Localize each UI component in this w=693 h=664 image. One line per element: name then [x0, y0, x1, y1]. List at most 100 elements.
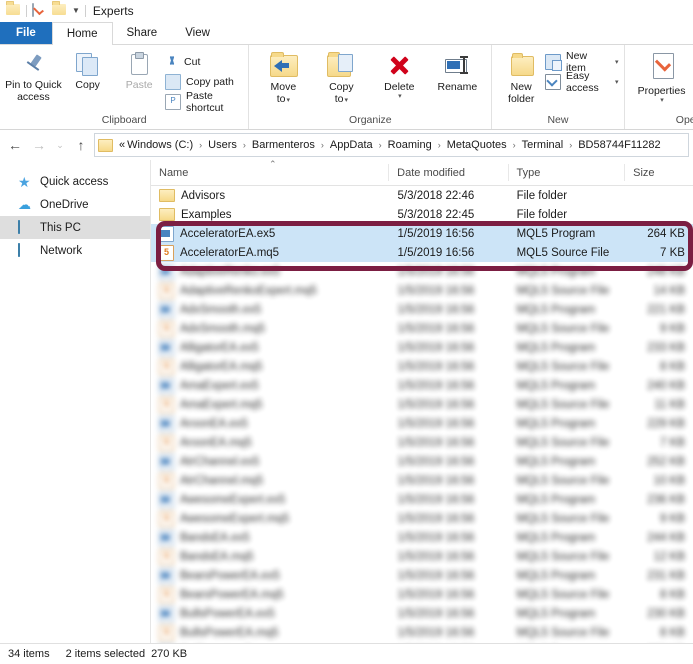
- copy-to-button[interactable]: Copy to▾: [312, 48, 370, 105]
- cell-date-modified: 1/5/2019 16:56: [397, 227, 475, 240]
- paste-button[interactable]: Paste: [113, 48, 165, 91]
- mql5-program-icon: [159, 605, 174, 622]
- sidebar-item-this-pc[interactable]: This PC: [0, 216, 150, 239]
- chevron-down-icon[interactable]: ▾: [286, 97, 290, 104]
- cell-type: MQL5 Program: [516, 569, 596, 582]
- back-button[interactable]: ←: [4, 134, 26, 156]
- chevron-down-icon[interactable]: ▾: [398, 93, 402, 101]
- table-row[interactable]: AdxSmooth.ex5 1/5/2019 16:56 MQL5 Program 2…: [151, 300, 693, 319]
- cell-name: AlligatorEA.ex5: [151, 339, 390, 356]
- table-row[interactable]: 5 BullsPowerEA.mq5 1/5/2019 16:56 MQL5 Sour…: [151, 623, 693, 642]
- tab-file[interactable]: File: [0, 22, 52, 44]
- breadcrumb-separator[interactable]: ›: [564, 140, 577, 150]
- table-row[interactable]: AlligatorEA.ex5 1/5/2019 16:56 MQL5 Progra…: [151, 338, 693, 357]
- column-header-type[interactable]: Type: [507, 164, 625, 181]
- column-header-size[interactable]: Size: [624, 164, 693, 181]
- file-name: BandsEA.ex5: [180, 531, 250, 544]
- properties-button[interactable]: Properties ▾: [630, 48, 693, 105]
- breadcrumb-item-roaming[interactable]: Roaming: [387, 139, 433, 151]
- copy-button[interactable]: Copy: [62, 48, 114, 91]
- breadcrumb-item-terminal[interactable]: Terminal: [521, 139, 565, 151]
- breadcrumb-overflow[interactable]: «: [118, 139, 126, 151]
- properties-icon[interactable]: [32, 3, 47, 18]
- table-row[interactable]: 5 BandsEA.mq5 1/5/2019 16:56 MQL5 Source Fi…: [151, 547, 693, 566]
- breadcrumb-item-appdata[interactable]: AppData: [329, 139, 374, 151]
- cell-name: 5 AdaptiveRenkoExpert.mq5: [151, 282, 390, 299]
- file-name: AdxSmooth.mq5: [180, 322, 266, 335]
- table-row[interactable]: Examples 5/3/2018 22:45 File folder: [151, 205, 693, 224]
- new-folder-button[interactable]: New folder: [497, 48, 545, 105]
- breadcrumb-separator[interactable]: ›: [194, 140, 207, 150]
- customize-quick-access-toolbar-icon[interactable]: ▼: [72, 7, 80, 15]
- chevron-down-icon[interactable]: ▾: [660, 97, 664, 105]
- breadcrumb-separator[interactable]: ›: [238, 140, 251, 150]
- mql5-source-icon: 5: [159, 624, 174, 641]
- breadcrumb-separator[interactable]: ›: [508, 140, 521, 150]
- delete-x-icon: [385, 52, 413, 78]
- file-name: AlligatorEA.ex5: [180, 341, 259, 354]
- table-row[interactable]: 5 AmaExpert.mq5 1/5/2019 16:56 MQL5 Source …: [151, 395, 693, 414]
- new-item-button[interactable]: New item ▾: [545, 50, 619, 74]
- cell-type: MQL5 Source File: [516, 474, 610, 487]
- breadcrumb-separator[interactable]: ›: [374, 140, 387, 150]
- recent-locations-button[interactable]: ⌄: [52, 134, 68, 156]
- table-row[interactable]: 5 AroonEA.mq5 1/5/2019 16:56 MQL5 Source Fi…: [151, 433, 693, 452]
- pin-to-quick-access-button[interactable]: Pin to Quick access: [5, 48, 62, 103]
- table-row[interactable]: BearsPowerEA.ex5 1/5/2019 16:56 MQL5 Progr…: [151, 566, 693, 585]
- table-row[interactable]: 5 AtrChannel.mq5 1/5/2019 16:56 MQL5 Source…: [151, 471, 693, 490]
- breadcrumb-separator[interactable]: ›: [433, 140, 446, 150]
- table-row[interactable]: Advisors 5/3/2018 22:46 File folder: [151, 186, 693, 205]
- file-name: AwesomeExpert.mq5: [180, 512, 290, 525]
- table-row[interactable]: 5 BearsPowerEA.mq5 1/5/2019 16:56 MQL5 Sour…: [151, 585, 693, 604]
- easy-access-button[interactable]: Easy access ▾: [545, 70, 619, 94]
- delete-button[interactable]: Delete ▾: [370, 48, 428, 101]
- breadcrumb-item-barmenteros[interactable]: Barmenteros: [251, 139, 316, 151]
- new-folder-icon[interactable]: [52, 1, 67, 18]
- rename-button[interactable]: Rename: [428, 48, 486, 93]
- table-row[interactable]: 5 AcceleratorEA.mq5 1/5/2019 16:56 MQL5 Sou…: [151, 243, 693, 262]
- table-row[interactable]: 5 AlligatorEA.mq5 1/5/2019 16:56 MQL5 Sourc…: [151, 357, 693, 376]
- tab-home[interactable]: Home: [51, 22, 113, 45]
- up-button[interactable]: ↑: [70, 134, 92, 156]
- breadcrumb-separator[interactable]: ›: [316, 140, 329, 150]
- chevron-down-icon[interactable]: ▾: [615, 58, 619, 66]
- table-row[interactable]: AtrChannel.ex5 1/5/2019 16:56 MQL5 Program…: [151, 452, 693, 471]
- breadcrumb-item-metaquotes[interactable]: MetaQuotes: [446, 139, 508, 151]
- file-name: Advisors: [181, 189, 226, 202]
- table-row[interactable]: BullsPowerEA.ex5 1/5/2019 16:56 MQL5 Progr…: [151, 604, 693, 623]
- address-bar[interactable]: « Windows (C:) › Users › Barmenteros › A…: [94, 133, 689, 157]
- folder-icon[interactable]: [6, 1, 21, 18]
- chevron-down-icon[interactable]: ▾: [344, 97, 348, 104]
- table-row[interactable]: 5 AwesomeExpert.mq5 1/5/2019 16:56 MQL5 Sou…: [151, 509, 693, 528]
- sidebar-item-onedrive[interactable]: ☁ OneDrive: [0, 193, 150, 216]
- tab-share[interactable]: Share: [113, 22, 172, 44]
- table-row[interactable]: AdaptiveRenko.ex5 1/5/2019 16:56 MQL5 Prog…: [151, 262, 693, 281]
- breadcrumb-item-instance-id[interactable]: BD58744F11282: [577, 139, 661, 151]
- cell-name: 5 AlligatorEA.mq5: [151, 358, 390, 375]
- table-row[interactable]: CciExpert.ex51/5/2019 16:56MQL5 Program2…: [151, 642, 693, 643]
- sidebar-item-quick-access[interactable]: ★ Quick access: [0, 170, 150, 193]
- cell-type: MQL5 Source File: [516, 398, 610, 411]
- table-row[interactable]: BandsEA.ex5 1/5/2019 16:56 MQL5 Program 244…: [151, 528, 693, 547]
- column-header-name[interactable]: Name ⌃: [151, 160, 388, 181]
- sidebar-item-network[interactable]: Network: [0, 239, 150, 262]
- ribbon-group-organize: Move to▾ Copy to▾ Delete ▾ Rename Organi…: [249, 45, 493, 129]
- cut-button[interactable]: Cut: [165, 53, 243, 70]
- table-row[interactable]: 5 AdxSmooth.mq5 1/5/2019 16:56 MQL5 Source …: [151, 319, 693, 338]
- table-row[interactable]: AcceleratorEA.ex5 1/5/2019 16:56 MQL5 Prog…: [151, 224, 693, 243]
- forward-button[interactable]: →: [28, 134, 50, 156]
- cell-type: MQL5 Program: [516, 455, 596, 468]
- table-row[interactable]: AwesomeExpert.ex5 1/5/2019 16:56 MQL5 Prog…: [151, 490, 693, 509]
- table-row[interactable]: AmaExpert.ex5 1/5/2019 16:56 MQL5 Program 2…: [151, 376, 693, 395]
- table-row[interactable]: 5 AdaptiveRenkoExpert.mq5 1/5/2019 16:56 MQ…: [151, 281, 693, 300]
- chevron-down-icon[interactable]: ▾: [615, 78, 619, 86]
- mql5-program-icon: [159, 453, 174, 470]
- copy-path-button[interactable]: Copy path: [165, 73, 243, 90]
- breadcrumb-item-users[interactable]: Users: [207, 139, 238, 151]
- table-row[interactable]: AroonEA.ex5 1/5/2019 16:56 MQL5 Program 229…: [151, 414, 693, 433]
- paste-shortcut-button[interactable]: P Paste shortcut: [165, 90, 243, 114]
- column-header-date-modified[interactable]: Date modified: [388, 164, 507, 181]
- move-to-button[interactable]: Move to▾: [254, 48, 312, 105]
- tab-view[interactable]: View: [171, 22, 224, 44]
- breadcrumb-item-windows-c[interactable]: Windows (C:): [126, 139, 194, 151]
